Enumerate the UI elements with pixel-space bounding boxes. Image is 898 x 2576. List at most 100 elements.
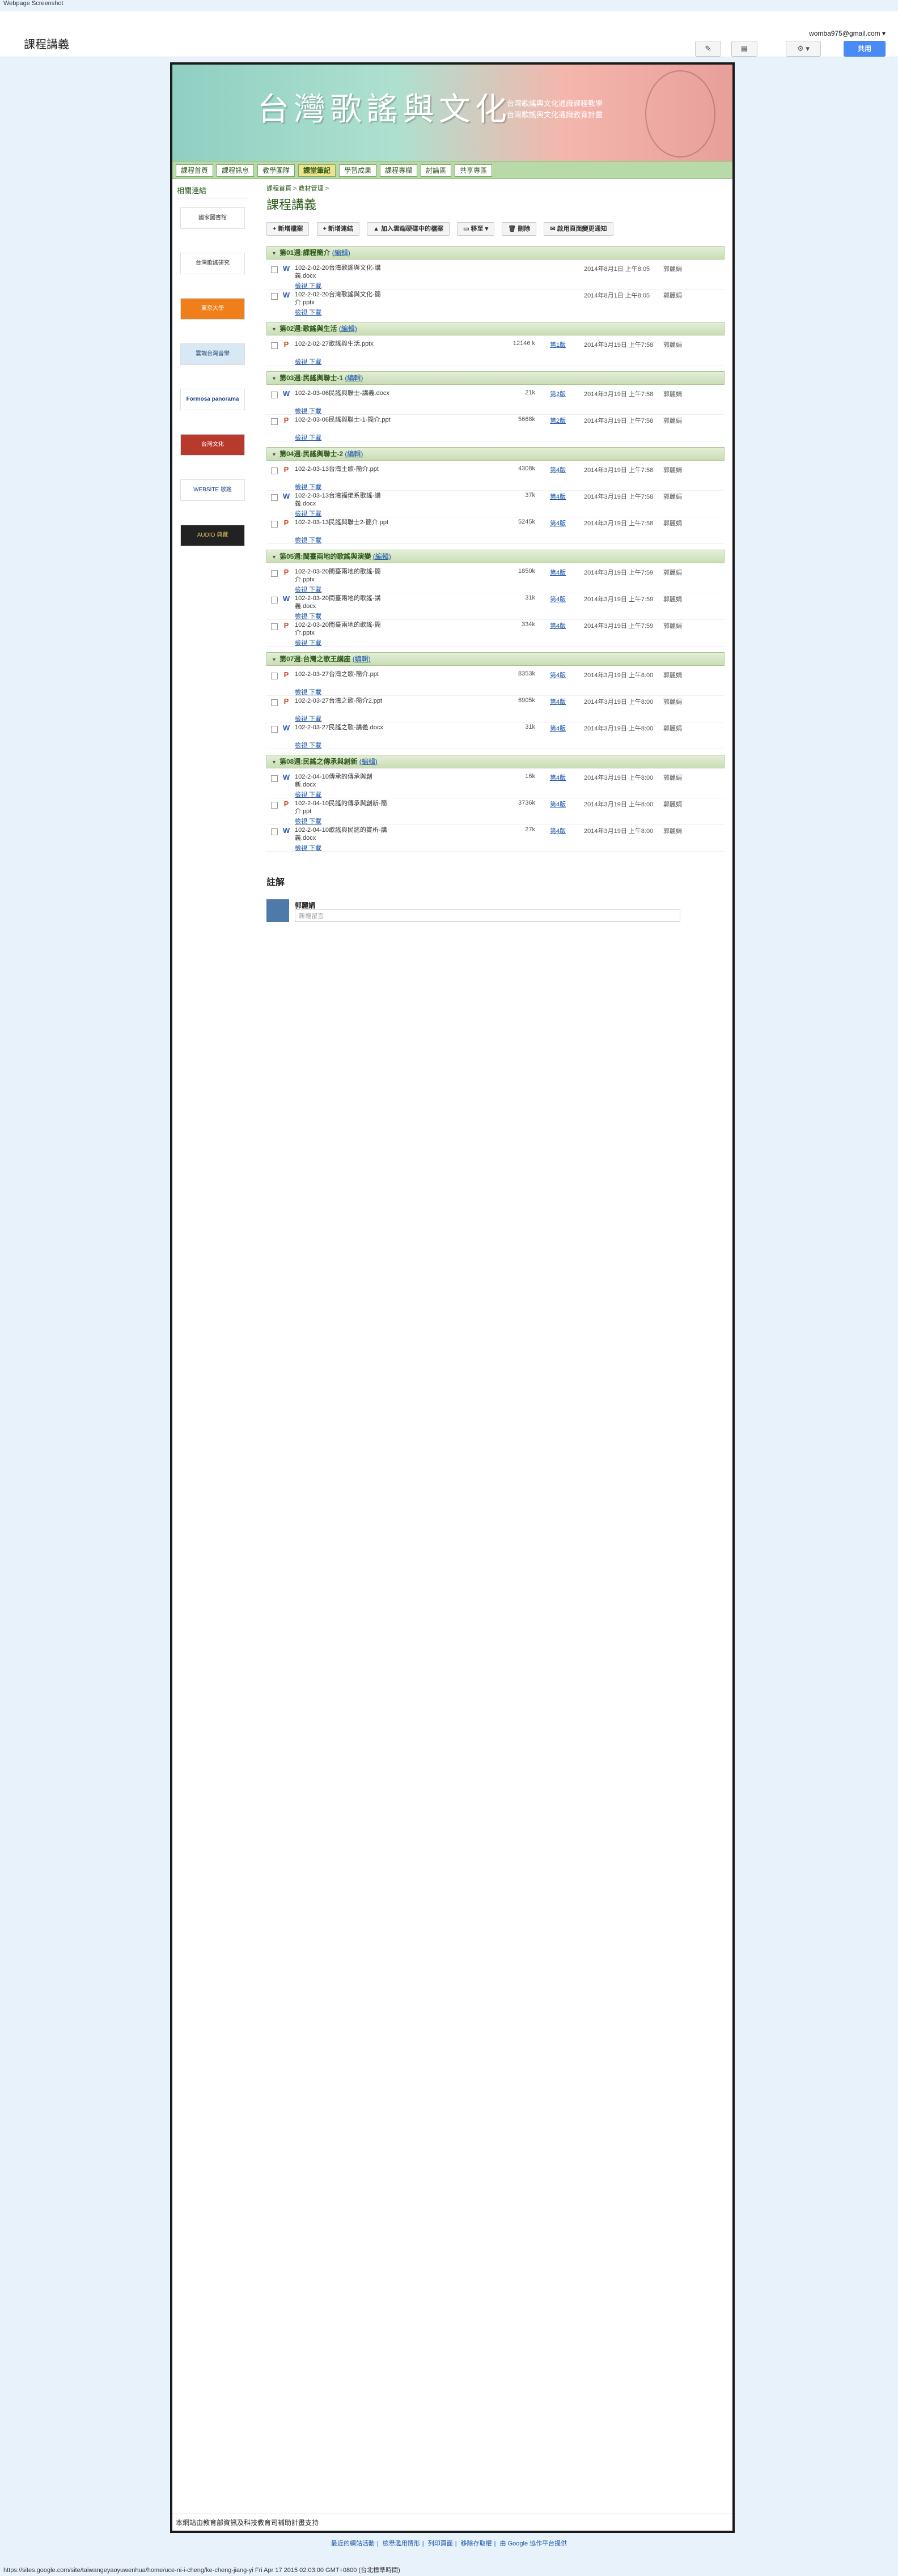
file-view-download-links[interactable]: 檢視 下載 [295,482,321,491]
file-checkbox[interactable] [271,726,278,733]
file-checkbox[interactable] [271,392,278,398]
file-version-link[interactable]: 第4版 [550,773,566,782]
file-version-link[interactable]: 第4版 [550,465,566,474]
file-checkbox[interactable] [271,828,278,835]
file-name-link[interactable]: 102-2-03-27台灣之歌-簡介.ppt [295,670,391,678]
file-view-download-links[interactable]: 檢視 下載 [295,281,321,290]
nav-item-team[interactable]: 教學團隊 [257,164,295,177]
sidebar-link-logo[interactable]: AUDIO 典藏 [180,525,245,546]
file-view-download-links[interactable]: 檢視 下載 [295,714,321,723]
file-name-link[interactable]: 102-2-03-27民謠之歌-講義.docx [295,724,391,732]
file-version-link[interactable]: 第2版 [550,389,566,398]
delete-button[interactable]: 🗑 刪除 [502,222,537,236]
file-name-link[interactable]: 102-2-03-06民謠與聯士-1-簡介.ppt [295,416,391,424]
share-button[interactable]: 共用 [844,41,886,57]
edit-section-link[interactable]: (編輯) [359,758,378,766]
account-menu[interactable]: womba975@gmail.com ▾ [809,29,886,37]
edit-section-link[interactable]: (編輯) [345,374,363,382]
new-page-button[interactable]: ▤ [731,41,757,57]
collapse-arrow-icon[interactable]: ▼ [272,247,279,260]
add-link-button[interactable]: + 新增連結 [316,222,360,236]
report-abuse-link[interactable]: 檢舉濫用情形 [383,2540,420,2547]
file-checkbox[interactable] [271,342,278,349]
file-checkbox[interactable] [271,570,278,577]
file-version-link[interactable]: 第4版 [550,568,566,577]
nav-item-news[interactable]: 課程訊息 [217,164,255,177]
week-section-header[interactable]: ▼ 第03週:民謠與聯士-1 (編輯) [266,371,725,385]
file-version-link[interactable]: 第4版 [550,594,566,603]
sidebar-link-logo[interactable]: 國家圖書館 [180,207,245,229]
file-version-link[interactable]: 第4版 [550,826,566,835]
edit-page-button[interactable]: ✎ [695,41,721,57]
file-name-link[interactable]: 102-2-02-20台灣歌謠與文化-講義.docx [295,264,391,280]
site-name[interactable]: 課程講義 [24,35,69,52]
file-name-link[interactable]: 102-2-02-27歌謠與生活.pptx [295,340,391,348]
sidebar-link-logo[interactable]: Formosa panorama [180,389,245,410]
file-version-link[interactable]: 第4版 [550,800,566,809]
file-name-link[interactable]: 102-2-03-13民謠與聯士2-簡介.ppt [295,518,391,526]
remove-access-link[interactable]: 移除存取權 [461,2540,492,2547]
comment-input[interactable]: 新增留言 [295,909,680,922]
sidebar-link-logo[interactable]: 東京大學 [180,298,245,320]
collapse-arrow-icon[interactable]: ▼ [272,653,279,666]
edit-section-link[interactable]: (編輯) [353,655,371,663]
file-name-link[interactable]: 102-2-03-13台灣土歌-簡介.ppt [295,465,391,473]
file-version-link[interactable]: 第4版 [550,518,566,528]
file-name-link[interactable]: 102-2-03-20閩臺兩地的歌謠-簡介.pptx [295,621,391,637]
file-version-link[interactable]: 第1版 [550,340,566,349]
breadcrumb[interactable]: 課程首頁 > 教材管理 > [266,184,725,193]
week-section-header[interactable]: ▼ 第05週:閩臺兩地的歌謠與演變 (編輯) [266,550,725,563]
subscribe-changes-button[interactable]: ✉ 啟用頁面變更通知 [544,222,613,236]
nav-item-columns[interactable]: 課程專欄 [380,164,418,177]
file-checkbox[interactable] [271,623,278,630]
file-checkbox[interactable] [271,467,278,474]
file-view-download-links[interactable]: 檢視 下載 [295,817,321,826]
file-checkbox[interactable] [271,293,278,300]
file-version-link[interactable]: 第4版 [550,621,566,630]
file-checkbox[interactable] [271,521,278,528]
settings-button[interactable]: ⚙ ▾ [786,41,821,57]
move-to-button[interactable]: ▭ 移至 ▾ [457,222,495,236]
file-version-link[interactable]: 第4版 [550,492,566,501]
file-name-link[interactable]: 102-2-04-10民謠的傳承與創新-簡介.ppt [295,800,391,815]
file-version-link[interactable]: 第2版 [550,416,566,425]
edit-section-link[interactable]: (編輯) [373,552,391,560]
nav-item-notes[interactable]: 課堂筆記 [298,164,336,177]
file-view-download-links[interactable]: 檢視 下載 [295,687,321,696]
file-name-link[interactable]: 102-2-03-27台灣之歌-簡介2.ppt [295,697,391,705]
file-view-download-links[interactable]: 檢視 下載 [295,741,321,750]
file-name-link[interactable]: 102-2-03-20閩臺兩地的歌謠-講義.docx [295,594,391,610]
sidebar-link-logo[interactable]: 台灣歌謠研究 [180,253,245,274]
file-view-download-links[interactable]: 檢視 下載 [295,638,321,647]
collapse-arrow-icon[interactable]: ▼ [272,323,279,335]
file-checkbox[interactable] [271,802,278,809]
file-name-link[interactable]: 102-2-04-10歌謠與民謠的賞析-講義.docx [295,826,391,842]
file-checkbox[interactable] [271,673,278,679]
file-view-download-links[interactable]: 檢視 下載 [295,611,321,620]
collapse-arrow-icon[interactable]: ▼ [272,551,279,563]
file-checkbox[interactable] [271,597,278,603]
file-view-download-links[interactable]: 檢視 下載 [295,509,321,518]
file-name-link[interactable]: 102-2-02-20台灣歌謠與文化-簡介.pptx [295,291,391,307]
edit-section-link[interactable]: (編輯) [332,249,350,257]
file-checkbox[interactable] [271,418,278,425]
file-view-download-links[interactable]: 檢視 下載 [295,790,321,799]
add-file-button[interactable]: + 新增檔案 [266,222,310,236]
sidebar-link-logo[interactable]: WEBSITE 歌謠 [180,479,245,501]
add-from-drive-button[interactable]: ▲ 加入雲端硬碟中的檔案 [367,222,450,236]
collapse-arrow-icon[interactable]: ▼ [272,372,279,385]
nav-item-home[interactable]: 課程首頁 [176,164,214,177]
file-view-download-links[interactable]: 檢視 下載 [295,308,321,317]
file-view-download-links[interactable]: 檢視 下載 [295,406,321,415]
file-checkbox[interactable] [271,494,278,501]
week-section-header[interactable]: ▼ 第08週:民謠之傳承與創新 (編輯) [266,755,725,768]
edit-section-link[interactable]: (編輯) [345,450,363,458]
file-name-link[interactable]: 102-2-03-13台灣福佬系歌謠-講義.docx [295,492,391,508]
week-section-header[interactable]: ▼ 第04週:民謠與聯士-2 (編輯) [266,447,725,461]
file-name-link[interactable]: 102-2-03-06民謠與聯士-講義.docx [295,389,391,397]
file-checkbox[interactable] [271,775,278,782]
collapse-arrow-icon[interactable]: ▼ [272,448,279,461]
print-page-link[interactable]: 列印頁面 [428,2540,453,2547]
file-version-link[interactable]: 第4版 [550,670,566,679]
collapse-arrow-icon[interactable]: ▼ [272,756,279,768]
